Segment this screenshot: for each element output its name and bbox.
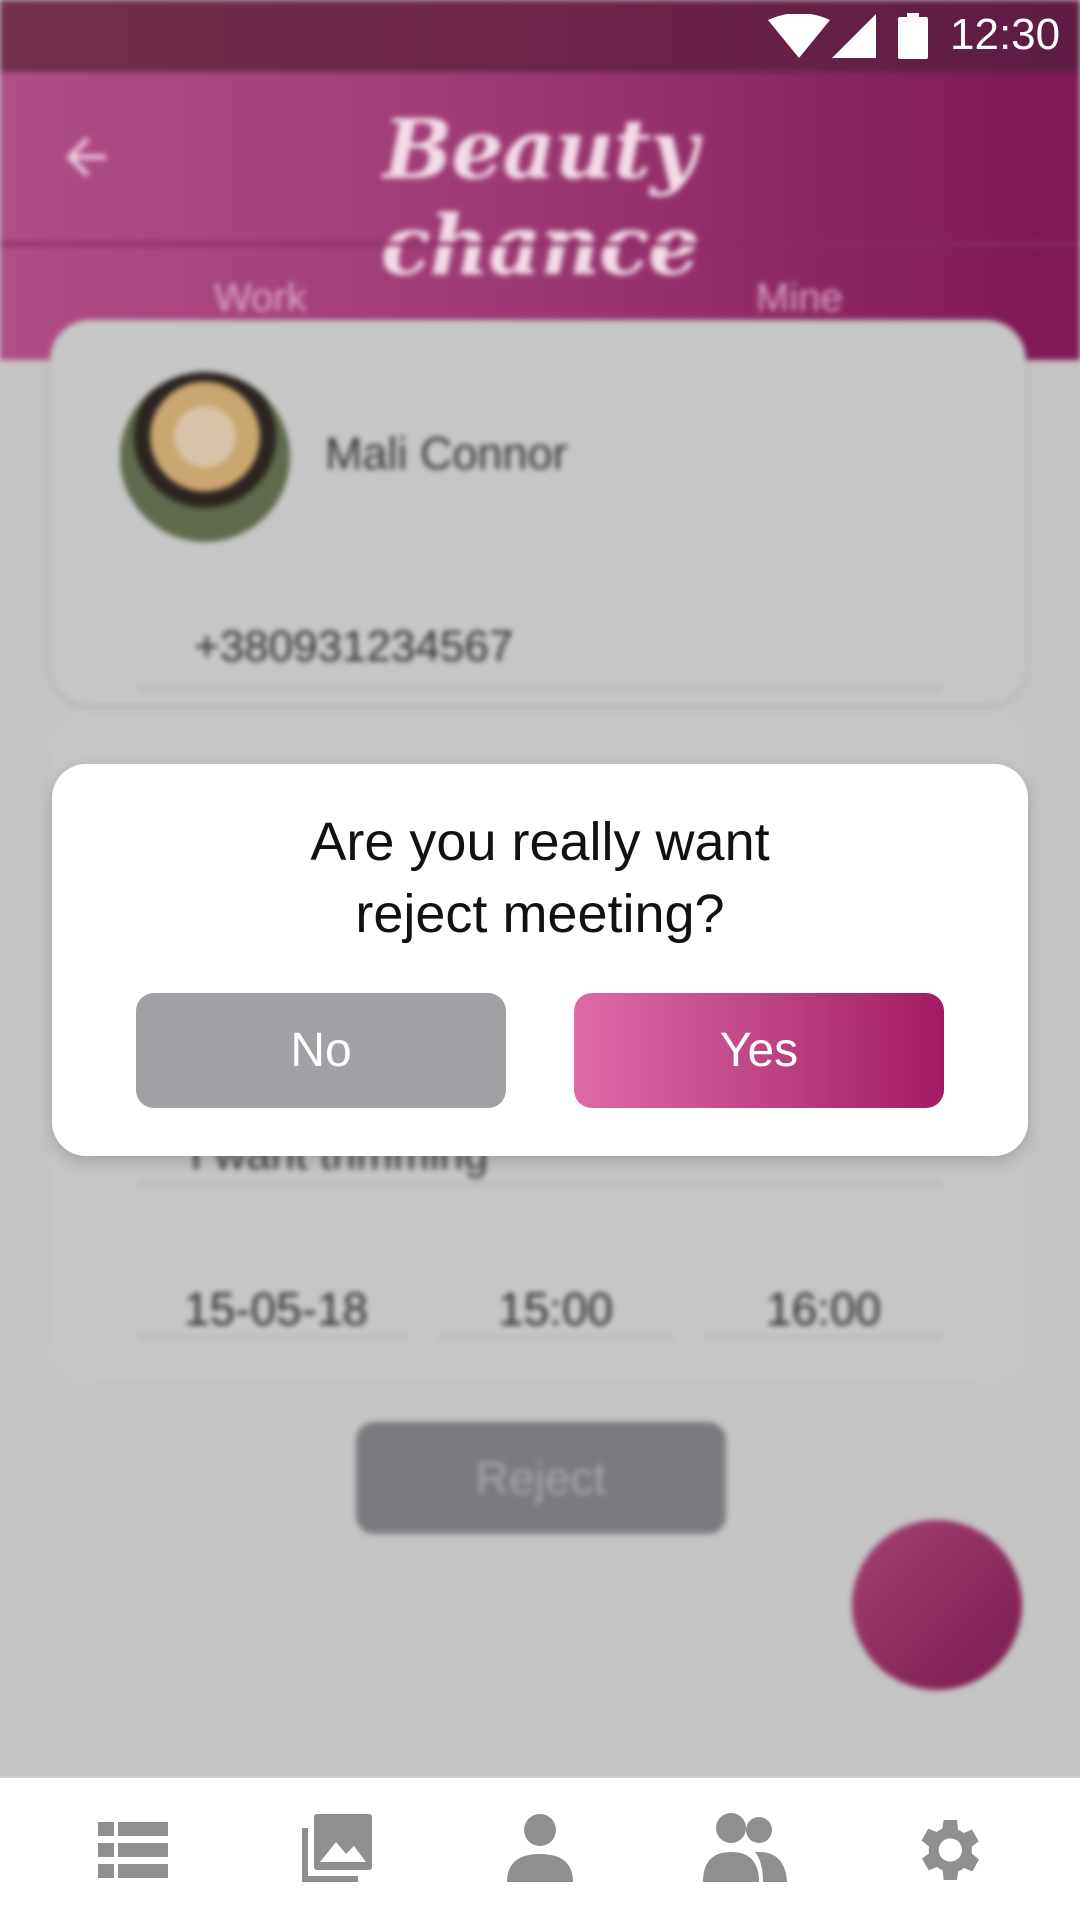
client-name: Mali Connor: [325, 428, 568, 479]
tab-mine[interactable]: Mine: [756, 276, 843, 321]
tab-work[interactable]: Work: [214, 276, 307, 321]
reject-button[interactable]: Reject: [356, 1422, 726, 1534]
no-button[interactable]: No: [136, 993, 506, 1108]
request-underline: [138, 1182, 942, 1185]
signal-icon: [832, 14, 876, 58]
meeting-time-end: 16:00: [766, 1283, 882, 1335]
reject-meeting-dialog: Are you really want reject meeting? No Y…: [52, 764, 1028, 1156]
floating-action-button[interactable]: [852, 1520, 1022, 1690]
app-brand-title: Beauty chance: [380, 102, 700, 294]
dialog-message: Are you really want reject meeting?: [132, 806, 948, 950]
avatar: [120, 372, 290, 542]
status-time: 12:30: [950, 10, 1061, 59]
person-icon: [507, 1814, 573, 1882]
dialog-message-line2: reject meeting?: [355, 884, 725, 944]
meeting-time-start: 15:00: [498, 1283, 614, 1335]
nav-list[interactable]: [88, 1810, 178, 1890]
settings-gear-icon: [921, 1820, 979, 1880]
app-header: Beauty chance Work Mine: [0, 72, 1080, 360]
header-divider: [0, 242, 1080, 246]
time-end-underline: [704, 1336, 942, 1339]
group-icon: [703, 1813, 787, 1882]
back-arrow-icon[interactable]: [56, 127, 116, 187]
list-icon: [98, 1822, 168, 1878]
dialog-message-line1: Are you really want: [310, 812, 770, 872]
battery-icon: [898, 13, 928, 59]
time-start-underline: [438, 1336, 674, 1339]
nav-settings[interactable]: [902, 1810, 992, 1890]
meeting-date: 15-05-18: [184, 1283, 369, 1335]
gallery-icon: [302, 1814, 372, 1882]
bottom-navigation: [0, 1776, 1080, 1920]
nav-profile[interactable]: [495, 1810, 585, 1890]
nav-gallery[interactable]: [292, 1810, 382, 1890]
yes-button[interactable]: Yes: [574, 993, 944, 1108]
client-phone: +380931234567: [194, 622, 514, 671]
client-card: Mali Connor +380931234567: [50, 320, 1026, 705]
phone-underline: [138, 688, 942, 691]
nav-group[interactable]: [699, 1810, 789, 1890]
date-underline: [138, 1336, 408, 1339]
wifi-icon: [768, 14, 830, 58]
